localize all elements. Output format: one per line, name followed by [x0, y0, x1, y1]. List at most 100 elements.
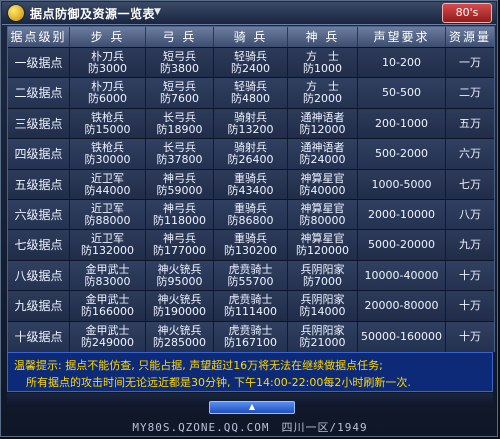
unit-name: 通神语者: [300, 110, 345, 124]
cell-archer: 神弓兵 防59000: [146, 169, 214, 200]
cell-prestige: 50000-160000: [358, 321, 446, 352]
cell-cavalry: 骑射兵 防13200: [214, 108, 288, 139]
unit-defense: 防177000: [153, 244, 206, 258]
cell-archer: 神火铳兵 防190000: [146, 291, 214, 322]
header-resource: 资源量: [448, 30, 491, 44]
cell-level: 九级据点: [8, 291, 70, 322]
cell-level: 三级据点: [8, 108, 70, 139]
cell-cavalry: 重骑兵 防43400: [214, 169, 288, 200]
cell-resource: 十万: [446, 291, 494, 321]
cell-prestige-text: 2000-10000: [368, 208, 435, 221]
cell-level-text: 七级据点: [14, 238, 63, 253]
cell-resource: 八万: [446, 200, 494, 230]
cell-prestige: 20000-80000: [358, 291, 446, 322]
unit-name: 近卫军: [91, 171, 124, 185]
cell-resource: 六万: [446, 139, 494, 169]
cell-archer: 神火铳兵 防95000: [146, 260, 214, 291]
cell-level-text: 九级据点: [14, 299, 63, 314]
cell-resource: 十万: [446, 322, 494, 352]
cell-archer: 短弓兵 防3800: [146, 48, 214, 78]
cell-archer: 神弓兵 防177000: [146, 230, 214, 261]
cell-infantry: 近卫军 防132000: [70, 230, 146, 261]
cell-level: 六级据点: [8, 200, 70, 230]
chevron-down-icon[interactable]: ▼: [154, 7, 161, 17]
table-row: 七级据点 近卫军 防132000 神弓兵 防177000 重骑兵 防130200 神算星官 防1…: [8, 229, 494, 261]
unit-defense: 防59000: [156, 183, 203, 197]
unit-name: 铁枪兵: [91, 110, 124, 124]
unit-defense: 防166000: [81, 305, 134, 319]
unit-defense: 防118000: [153, 214, 206, 227]
cell-resource-text: 九万: [459, 238, 481, 252]
cell-archer: 短弓兵 防7600: [146, 78, 214, 109]
cell-level: 四级据点: [8, 139, 70, 170]
cell-divine: 通神语者 防24000: [288, 139, 358, 170]
cell-archer: 神火铳兵 防285000: [146, 321, 214, 352]
cell-prestige-text: 1000-5000: [371, 177, 432, 191]
cell-infantry: 近卫军 防44000: [70, 169, 146, 200]
cell-infantry: 金甲武士 防83000: [70, 260, 146, 291]
unit-defense: 防120000: [296, 244, 349, 258]
cell-divine: 兵阴阳家 防14000: [288, 291, 358, 322]
cell-cavalry: 重骑兵 防130200: [214, 230, 288, 261]
unit-defense: 防44000: [84, 183, 131, 197]
cell-infantry: 金甲武士 防166000: [70, 291, 146, 322]
collapse-arrow-button[interactable]: ▲: [209, 401, 295, 414]
unit-defense: 防1000: [303, 62, 342, 75]
unit-defense: 防40000: [299, 183, 346, 197]
cell-resource: 五万: [446, 109, 494, 139]
unit-defense: 防285000: [153, 335, 206, 349]
cell-level: 五级据点: [8, 169, 70, 200]
window-title: 据点防御及资源一览表: [30, 7, 156, 21]
cell-prestige: 200-1000: [358, 108, 446, 139]
cell-prestige-text: 10000-40000: [364, 268, 439, 282]
cell-level-text: 一级据点: [14, 56, 63, 70]
unit-defense: 防132000: [81, 244, 134, 258]
table-row: 二级据点 朴刀兵 防6000 短弓兵 防7600 轻骑兵 防4800 方 士防2000 50-5…: [8, 77, 494, 109]
header-cavalry: 骑 兵: [214, 27, 288, 47]
unit-defense: 防88000: [84, 214, 131, 227]
cell-prestige-text: 5000-20000: [368, 238, 435, 252]
cell-resource-text: 十万: [459, 329, 481, 343]
cell-prestige-text: 50000-160000: [361, 329, 442, 343]
table-row: 四级据点 铁枪兵 防30000 长弓兵 防37800 骑射兵 防26400 通神语者 防2400…: [8, 138, 494, 170]
cell-prestige-text: 50-500: [382, 86, 421, 100]
cell-divine: 方 士防1000: [288, 48, 358, 78]
cell-resource-text: 十万: [459, 299, 481, 313]
unit-defense: 防4800: [231, 92, 270, 106]
cell-divine: 神算星官 防40000: [288, 169, 358, 200]
cell-level: 八级据点: [8, 260, 70, 291]
unit-defense: 防80000: [299, 214, 346, 227]
stronghold-table: 据点级别 步 兵 弓 兵 骑 兵 神 兵 声望要求 资源量 一级据点 朴刀兵 防30…: [7, 26, 495, 352]
unit-name: 兵阴阳家: [300, 323, 345, 337]
cell-prestige: 50-500: [358, 78, 446, 109]
cell-resource: 九万: [446, 230, 494, 260]
cell-archer: 长弓兵 防37800: [146, 139, 214, 170]
unit-name: 神火铳兵: [157, 323, 202, 337]
unit-defense: 防13200: [227, 122, 274, 136]
unit-defense: 防111400: [224, 305, 277, 319]
cell-resource-text: 七万: [459, 177, 481, 191]
cell-resource-text: 六万: [459, 147, 481, 161]
cell-infantry: 近卫军 防88000: [70, 200, 146, 230]
cell-resource: 七万: [446, 170, 494, 200]
cell-prestige-text: 20000-80000: [364, 299, 439, 313]
unit-defense: 防83000: [84, 274, 131, 288]
unit-defense: 防14000: [299, 305, 346, 319]
cell-cavalry: 骑射兵 防26400: [214, 139, 288, 170]
table-row: 五级据点 近卫军 防44000 神弓兵 防59000 重骑兵 防43400 神算星官 防4000…: [8, 168, 494, 200]
unit-name: 金甲武士: [85, 323, 130, 337]
unit-name: 神火铳兵: [157, 262, 202, 276]
cell-infantry: 朴刀兵 防6000: [70, 78, 146, 109]
unit-defense: 防55700: [227, 274, 274, 288]
cell-divine: 神算星官 防80000: [288, 200, 358, 230]
unit-name: 重骑兵: [234, 171, 267, 185]
unit-defense: 防3000: [88, 62, 127, 75]
cell-divine: 神算星官 防120000: [288, 230, 358, 261]
footer-text: MY80S.QZONE.QQ.COM 四川一区/1949: [132, 421, 368, 434]
cell-level-text: 四级据点: [14, 147, 63, 162]
unit-defense: 防37800: [156, 153, 203, 167]
cell-prestige: 2000-10000: [358, 200, 446, 230]
title-bar[interactable]: 据点防御及资源一览表 ▼ 80's: [2, 2, 496, 25]
table-row: 一级据点 朴刀兵 防3000 短弓兵 防3800 轻骑兵 防2400 方 士防1000 10-2…: [8, 47, 494, 78]
cell-level: 一级据点: [8, 48, 70, 78]
